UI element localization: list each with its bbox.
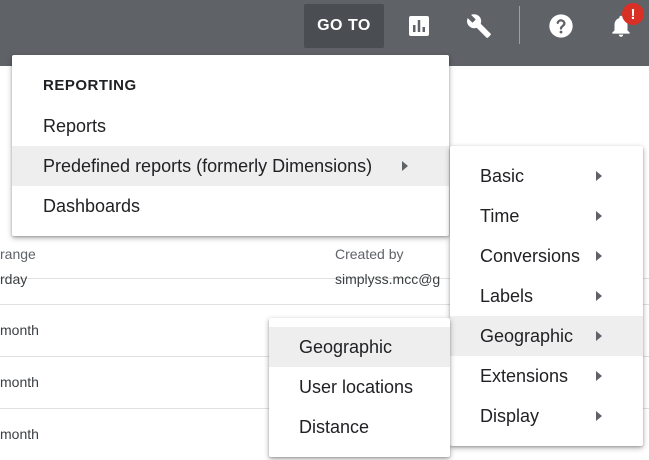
menu-item-label: Predefined reports (formerly Dimensions): [43, 155, 373, 176]
table-cell-range: rday: [0, 271, 28, 287]
menu-item-display[interactable]: Display: [450, 396, 643, 436]
table-cell-range: month: [0, 374, 39, 390]
chevron-right-icon: [596, 291, 602, 301]
notification-badge: !: [622, 3, 644, 25]
column-header-created-by: Created by: [335, 246, 404, 262]
menu-item-label: Distance: [299, 416, 370, 437]
column-header-range: range: [0, 246, 36, 262]
menu-item-label: Dashboards: [43, 195, 141, 216]
menu-item-geographic[interactable]: Geographic: [450, 316, 643, 356]
menu-header-reporting: REPORTING: [43, 77, 137, 94]
menu-item-label: Display: [480, 405, 540, 426]
menu-item-label: Geographic: [480, 325, 574, 346]
chevron-right-icon: [596, 251, 602, 261]
menu-item-extensions[interactable]: Extensions: [450, 356, 643, 396]
menu-item-time[interactable]: Time: [450, 196, 643, 236]
reporting-menu: REPORTING Reports Predefined reports (fo…: [12, 55, 449, 236]
menu-item-reports[interactable]: Reports: [12, 106, 449, 146]
menu-item-label: Labels: [480, 285, 534, 306]
menu-item-geographic-report[interactable]: Geographic: [269, 327, 450, 367]
table-cell-range: month: [0, 426, 39, 442]
toolbar-divider: [519, 6, 520, 44]
menu-item-user-locations[interactable]: User locations: [269, 367, 450, 407]
menu-item-labels[interactable]: Labels: [450, 276, 643, 316]
wrench-icon[interactable]: [461, 8, 497, 44]
menu-item-distance[interactable]: Distance: [269, 407, 450, 447]
menu-item-label: Time: [480, 205, 520, 226]
go-to-button[interactable]: GO TO: [304, 4, 384, 48]
chevron-right-icon: [596, 371, 602, 381]
reports-icon[interactable]: [401, 8, 437, 44]
menu-item-basic[interactable]: Basic: [450, 156, 643, 196]
chevron-right-icon: [402, 161, 408, 171]
chevron-right-icon: [596, 331, 602, 341]
menu-item-label: Geographic: [299, 336, 393, 357]
menu-item-label: User locations: [299, 376, 414, 397]
predefined-reports-submenu: Basic Time Conversions Labels Geographic…: [450, 146, 643, 446]
menu-item-dashboards[interactable]: Dashboards: [12, 186, 449, 226]
table-cell-range: month: [0, 322, 39, 338]
geographic-submenu: Geographic User locations Distance: [269, 318, 450, 457]
chevron-right-icon: [596, 411, 602, 421]
table-cell-created-by: simplyss.mcc@g: [335, 271, 441, 287]
menu-item-label: Basic: [480, 165, 525, 186]
chevron-right-icon: [596, 171, 602, 181]
menu-item-predefined-reports[interactable]: Predefined reports (formerly Dimensions): [12, 146, 449, 186]
menu-item-conversions[interactable]: Conversions: [450, 236, 643, 276]
help-icon[interactable]: [543, 8, 579, 44]
menu-item-label: Extensions: [480, 365, 569, 386]
menu-item-label: Reports: [43, 115, 107, 136]
chevron-right-icon: [596, 211, 602, 221]
menu-item-label: Conversions: [480, 245, 581, 266]
